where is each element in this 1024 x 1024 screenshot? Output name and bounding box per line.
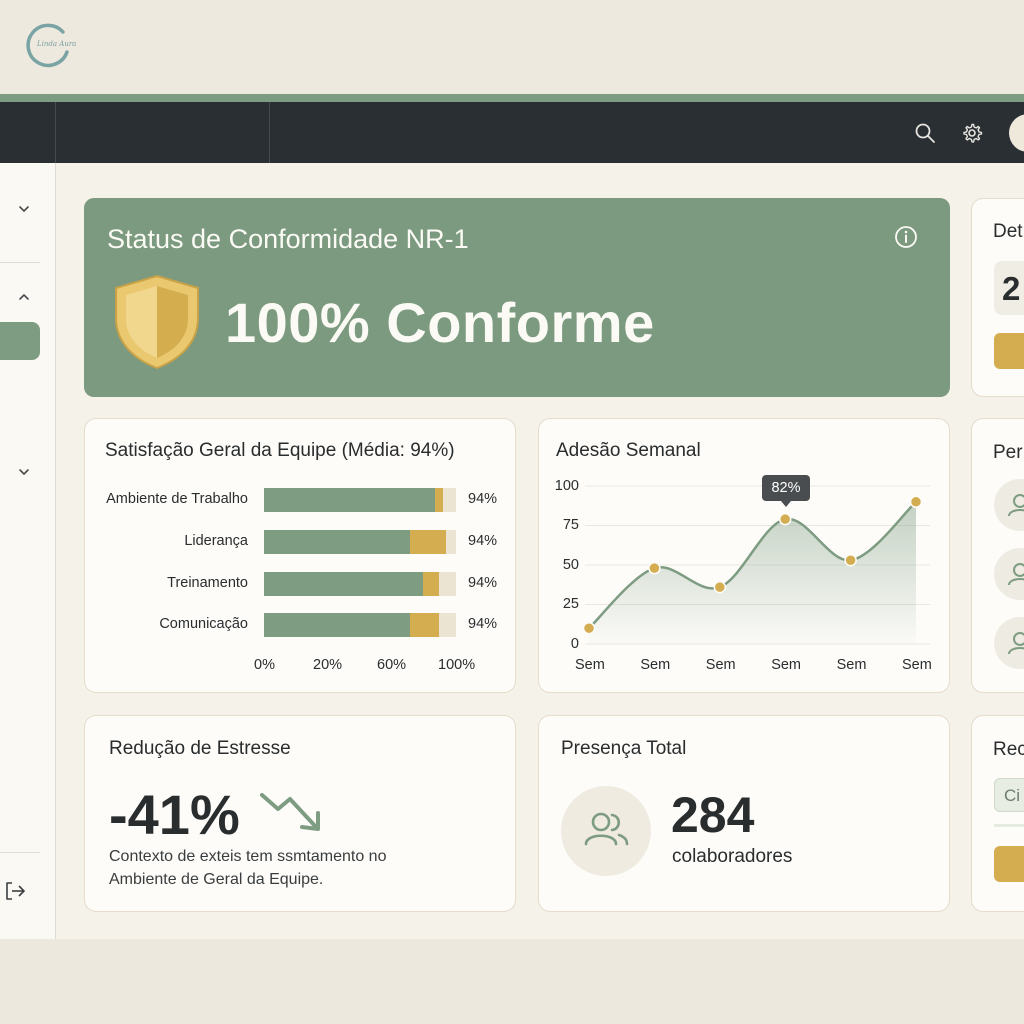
trending-down-icon — [260, 789, 326, 833]
data-point[interactable] — [909, 495, 923, 509]
stress-reduction-card: Redução de Estresse -41% Contexto de ext… — [84, 715, 516, 912]
presence-title: Presença Total — [561, 738, 687, 759]
x-category-label: Sem — [705, 657, 736, 673]
stress-description-line1: Contexto de exteis tem ssmtamento no — [109, 848, 387, 865]
chart-tooltip: 82% — [762, 475, 810, 507]
stress-title: Redução de Estresse — [109, 738, 291, 759]
total-presence-card: Presença Total 284 colaboradores — [538, 715, 950, 912]
x-category-label: Sem — [902, 657, 932, 673]
presence-value: 284 — [671, 787, 755, 843]
stress-description-line2: Ambiente de Geral da Equipe. — [109, 871, 324, 888]
presence-unit: colaboradores — [672, 846, 793, 867]
data-point[interactable] — [713, 580, 727, 594]
x-category-label: Sem — [575, 657, 605, 673]
series-area — [589, 501, 916, 644]
data-point[interactable] — [648, 561, 661, 575]
x-category-label: Sem — [836, 657, 867, 673]
data-point[interactable] — [844, 554, 857, 567]
x-category-label: Sem — [771, 657, 802, 673]
data-point[interactable] — [778, 512, 792, 526]
stress-value: -41% — [109, 783, 240, 846]
x-category-label: Sem — [640, 657, 671, 673]
users-icon — [561, 786, 651, 876]
data-point[interactable] — [582, 621, 596, 635]
